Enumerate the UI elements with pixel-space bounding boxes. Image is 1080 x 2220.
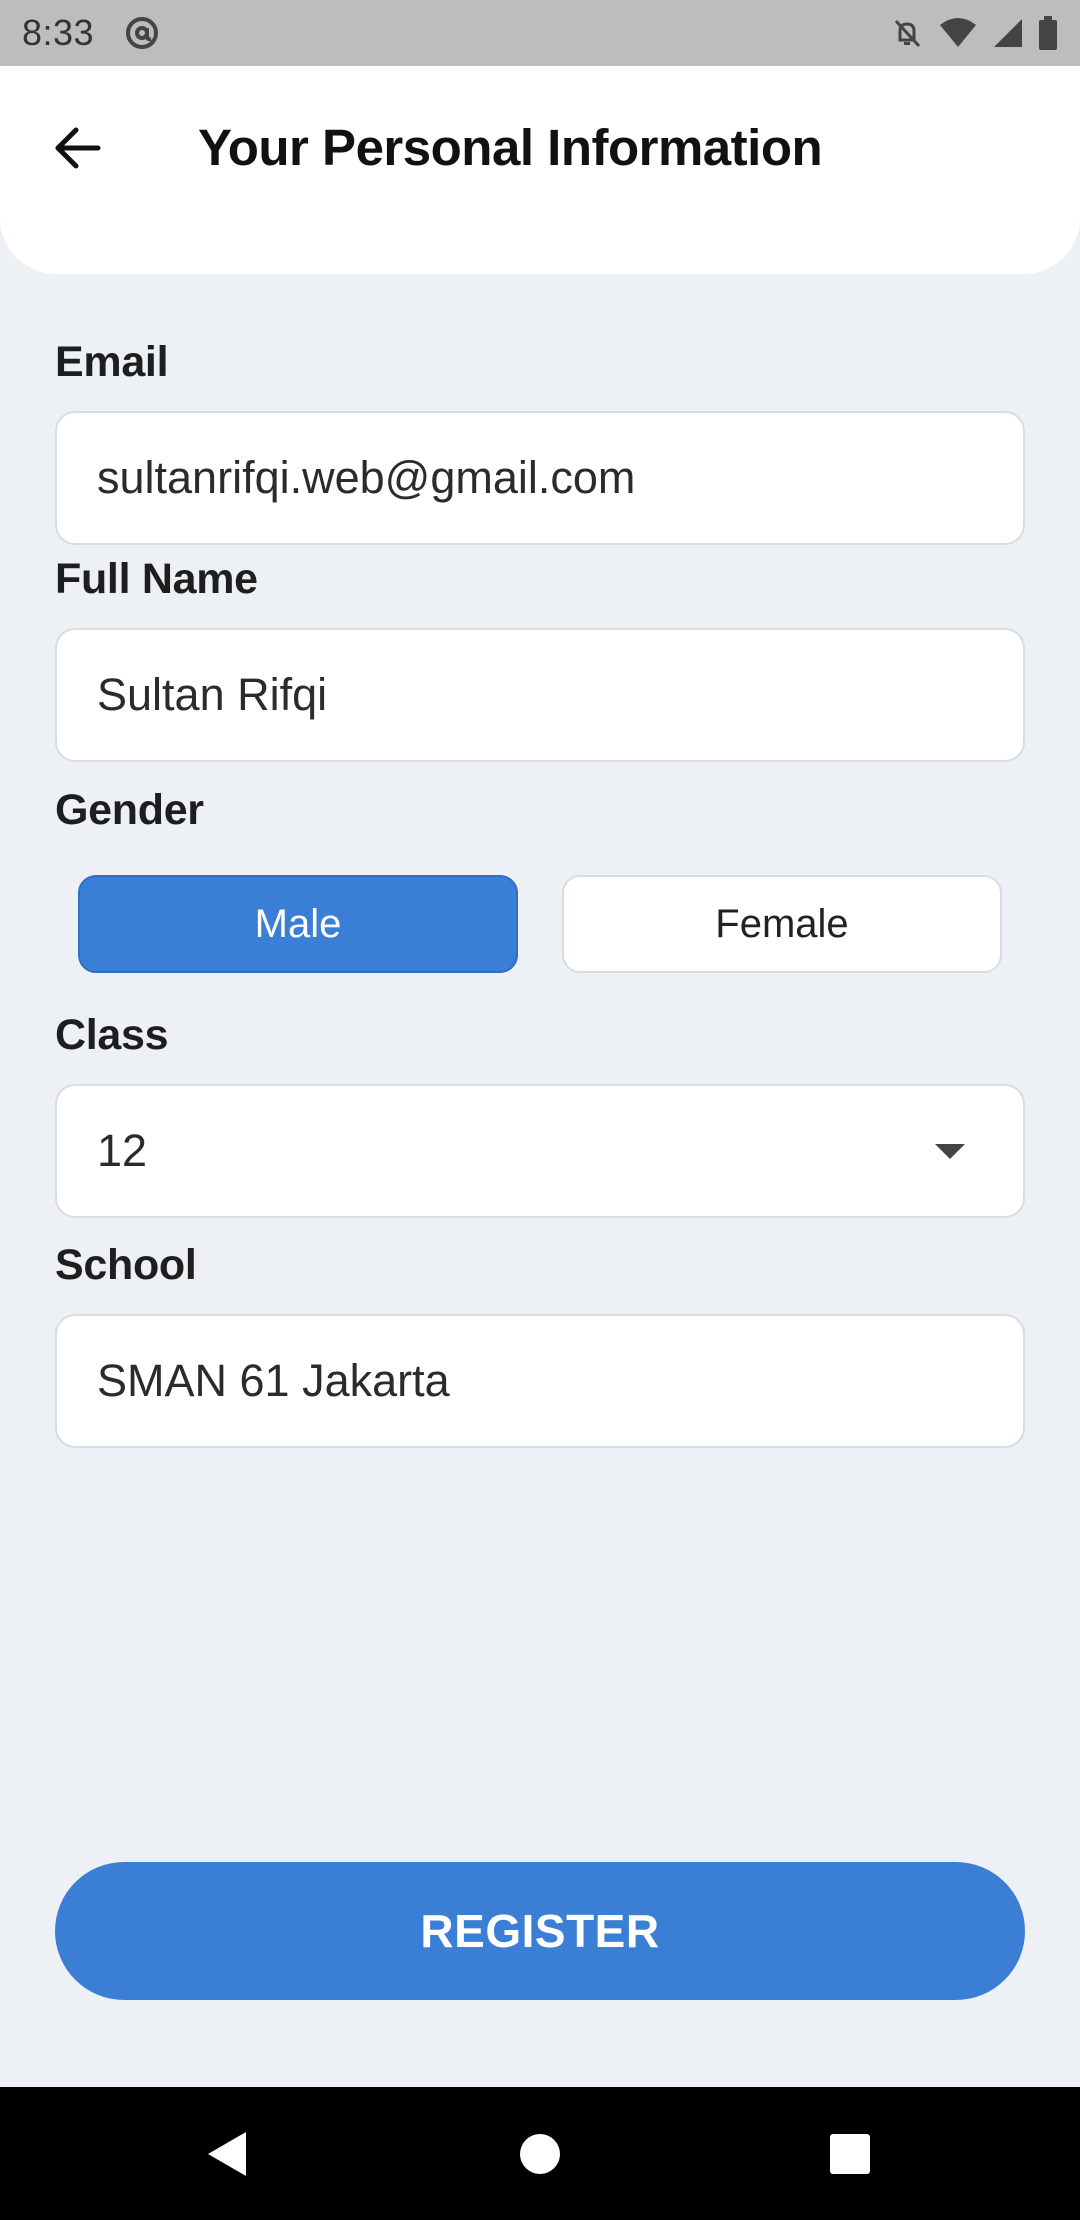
signal-icon [992,17,1024,49]
gender-label: Gender [55,786,204,834]
back-button[interactable] [42,112,114,184]
home-circle-icon [520,2134,560,2174]
full-name-field[interactable] [55,628,1025,762]
notifications-off-icon [890,16,924,50]
recents-square-icon [830,2134,870,2174]
gender-male-button[interactable]: Male [78,875,518,973]
full-name-label: Full Name [55,555,258,603]
email-field[interactable] [55,411,1025,545]
class-select-value: 12 [97,1125,148,1176]
app-header: Your Personal Information [0,66,1080,274]
dropdown-arrow-icon [935,1143,965,1159]
system-nav-bar [0,2087,1080,2220]
nav-home-button[interactable] [509,2123,571,2185]
nav-back-button[interactable] [195,2123,257,2185]
battery-icon [1038,16,1058,50]
page-title: Your Personal Information [198,119,823,176]
school-field[interactable] [55,1314,1025,1448]
back-triangle-icon [208,2132,246,2176]
status-icons [890,16,1058,50]
email-label: Email [55,338,169,386]
at-sign-icon [122,13,162,53]
status-bar: 8:33 [0,0,1080,66]
register-button[interactable]: REGISTER [55,1862,1025,2000]
school-label: School [55,1241,197,1289]
status-time: 8:33 [22,12,95,53]
wifi-icon [938,17,978,49]
arrow-left-icon [55,127,101,169]
nav-recents-button[interactable] [819,2123,881,2185]
gender-female-button[interactable]: Female [562,875,1002,973]
class-label: Class [55,1011,169,1059]
class-select[interactable]: 12 [55,1084,1025,1218]
